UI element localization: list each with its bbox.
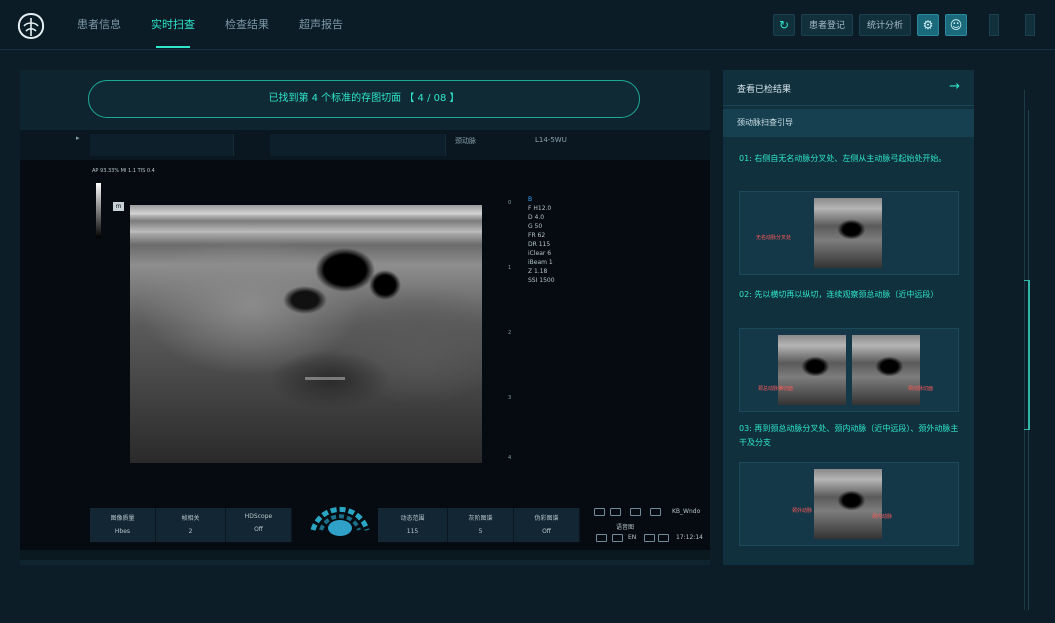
- toolbar-right: ↻ 患者登记 统计分析 ⚙ ☺: [772, 14, 1035, 36]
- guide-subheader: 颈动脉扫查引导: [723, 109, 974, 137]
- control-hdscope[interactable]: HDScope Off: [226, 508, 292, 542]
- step-2-note-1: 颈总动脉横切面: [758, 386, 794, 392]
- status-icon-4: [650, 508, 661, 516]
- control-knob-icon[interactable]: [305, 490, 375, 540]
- bottom-strip: [20, 550, 710, 560]
- step-1-note: 无名动脉分叉处: [756, 235, 792, 241]
- step-2-text: 02: 先以横切再以纵切，连续观察颈总动脉（近中远段）: [739, 290, 939, 299]
- record-icon[interactable]: [612, 534, 623, 542]
- top-bar: 患者信息 实时扫查 检查结果 超声报告 ↻ 患者登记 统计分析 ⚙ ☺: [0, 0, 1055, 50]
- step-3-image-box: 颈外动脉 颈内动脉: [739, 462, 959, 546]
- control-image-quality[interactable]: 图像质量 Hbes: [90, 508, 156, 542]
- ultrasound-header: ▸ 颈动脉 L14-5WU: [20, 130, 710, 160]
- scan-area: 已找到第 4 个标准的存图切面 【 4 / 08 】 ▸ 颈动脉 L14-5WU…: [20, 70, 710, 565]
- step-2-thumbnail-1[interactable]: [778, 335, 846, 405]
- step-3-note-1: 颈外动脉: [792, 508, 813, 514]
- depth-scale: 0 1 2 3 4: [508, 200, 512, 461]
- patient-register-button[interactable]: 患者登记: [800, 14, 853, 36]
- clock-label: 17:12:14: [676, 534, 703, 541]
- tab-exam-results[interactable]: 检查结果: [210, 0, 284, 50]
- status-icon-2: [610, 508, 621, 516]
- probe-label: L14-5WU: [535, 136, 567, 144]
- view-results-label: 查看已检结果: [737, 85, 792, 95]
- window-control-1[interactable]: [989, 14, 999, 36]
- status-icon-1: [594, 508, 605, 516]
- ultrasound-image[interactable]: [130, 205, 482, 463]
- folder-icon[interactable]: [596, 534, 607, 542]
- system-status-area: KB_Wndo 语音图 EN 17:12:14: [590, 504, 710, 544]
- arrow-right-icon[interactable]: →: [949, 79, 960, 94]
- control-gray-map[interactable]: 灰阶图谱 5: [448, 508, 514, 542]
- status-icon-3: [630, 508, 641, 516]
- language-label[interactable]: EN: [628, 534, 636, 541]
- user-icon[interactable]: ☺: [945, 14, 967, 36]
- control-dynamic-range[interactable]: 动态范围 115: [378, 508, 448, 542]
- control-frame-correlation[interactable]: 帧相关 2: [156, 508, 226, 542]
- step-2-note-2: 颈动脉切面: [908, 386, 934, 392]
- step-3-thumbnail[interactable]: [814, 469, 882, 539]
- network-icon: [644, 534, 655, 542]
- view-results-header[interactable]: 查看已检结果 →: [723, 70, 974, 106]
- step-1-text: 01: 右侧自无名动脉分叉处、左侧从主动脉弓起始处开始。: [739, 154, 947, 163]
- mode-badge: m: [113, 202, 124, 211]
- grayscale-bar: [96, 183, 101, 238]
- step-1-image-box: 无名动脉分叉处: [739, 191, 959, 275]
- control-color-map[interactable]: 伪彩图谱 Off: [514, 508, 580, 542]
- app-logo-icon: [17, 12, 45, 40]
- statistics-button[interactable]: 统计分析: [858, 14, 911, 36]
- ultrasound-screen: ▸ 颈动脉 L14-5WU AP 93.33% MI 1.1 TIS 0.4 m…: [20, 130, 710, 558]
- acoustic-output-line: AP 93.33% MI 1.1 TIS 0.4: [92, 168, 155, 174]
- guide-title: 颈动脉扫查引导: [737, 118, 793, 127]
- guide-panel: 查看已检结果 → 颈动脉扫查引导 01: 右侧自无名动脉分叉处、左侧从主动脉弓起…: [723, 70, 974, 565]
- scroll-thumb[interactable]: [1024, 280, 1030, 430]
- tab-ultrasound-report[interactable]: 超声报告: [284, 0, 358, 50]
- step-2-image-box: 颈总动脉横切面 颈动脉切面: [739, 328, 959, 412]
- status-label-2: 语音图: [616, 524, 635, 531]
- imaging-parameters: B F H12.0 D 4.0 G 50 FR 62 DR 115 iClear…: [528, 196, 555, 284]
- header-cell: [270, 134, 446, 156]
- step-1-thumbnail[interactable]: [814, 198, 882, 268]
- battery-icon: [658, 534, 669, 542]
- header-label: 颈动脉: [455, 137, 476, 145]
- step-3-text: 03: 再到颈总动脉分叉处、颈内动脉（近中远段）、颈外动脉主干及分支: [739, 424, 959, 447]
- main-nav: 患者信息 实时扫查 检查结果 超声报告: [62, 0, 358, 50]
- settings-icon[interactable]: ⚙: [917, 14, 939, 36]
- tab-realtime-scan[interactable]: 实时扫查: [136, 0, 210, 50]
- tab-patient-info[interactable]: 患者信息: [62, 0, 136, 50]
- step-2-thumbnail-2[interactable]: [852, 335, 920, 405]
- step-3-note-2: 颈内动脉: [872, 514, 893, 520]
- expand-arrow-icon[interactable]: ▸: [76, 134, 80, 142]
- status-pill: 已找到第 4 个标准的存图切面 【 4 / 08 】: [88, 80, 640, 118]
- refresh-icon[interactable]: ↻: [772, 14, 795, 36]
- header-cell: [90, 134, 234, 156]
- status-label-1: KB_Wndo: [672, 508, 701, 515]
- window-control-2[interactable]: [1025, 14, 1035, 36]
